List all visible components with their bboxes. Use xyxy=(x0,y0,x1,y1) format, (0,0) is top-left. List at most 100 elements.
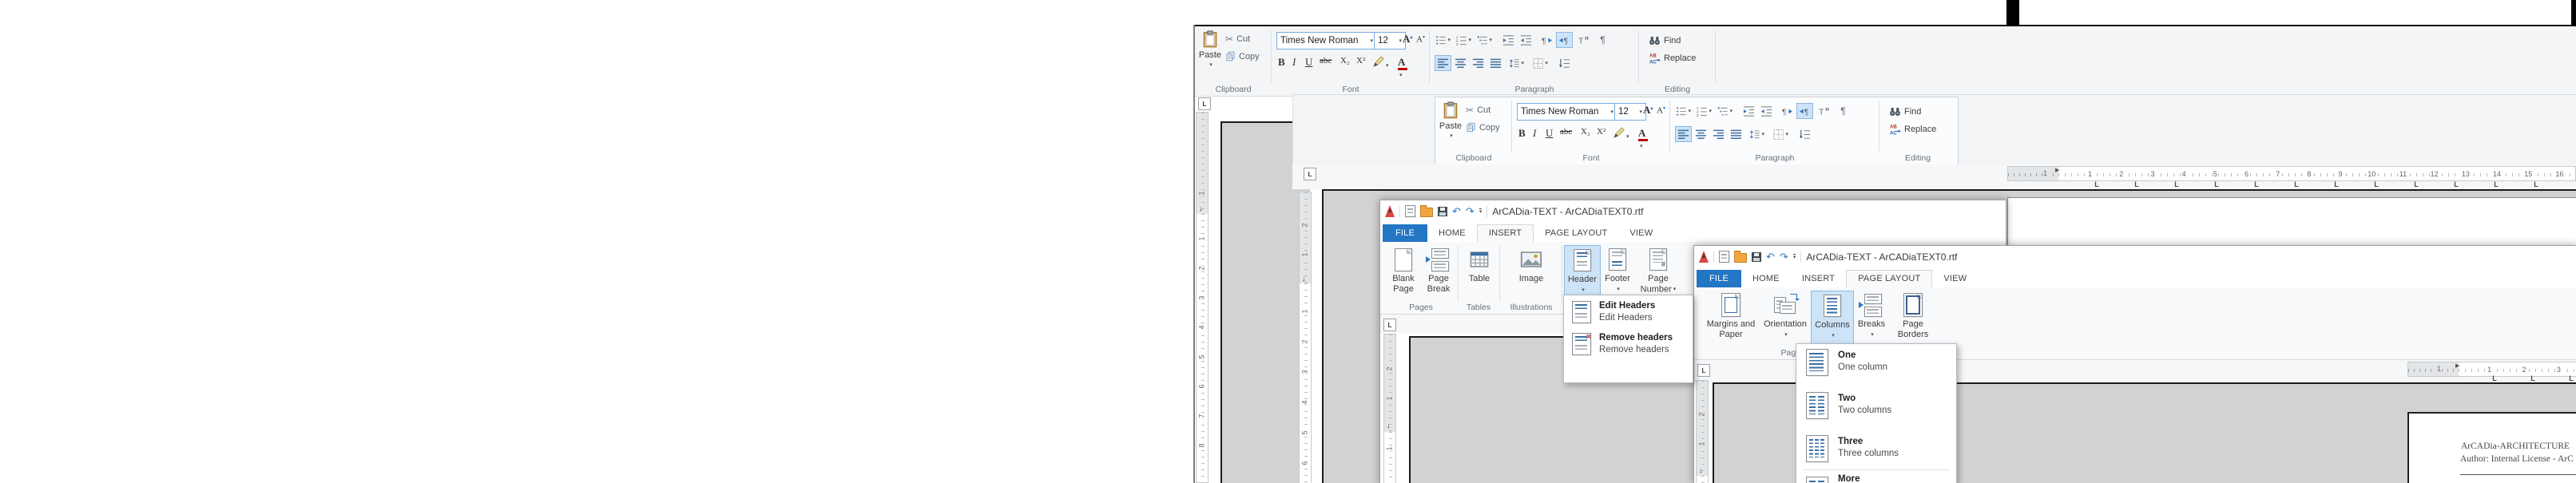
strikethrough-button[interactable]: abc xyxy=(1320,56,1332,65)
undo-icon[interactable] xyxy=(1766,251,1775,263)
tab-stop-mark[interactable]: L xyxy=(2436,180,2476,188)
tab-stop-mark[interactable]: L xyxy=(2237,180,2276,188)
paste-dropdown-arrow[interactable] xyxy=(1197,60,1223,69)
superscript-button[interactable]: X² xyxy=(1597,127,1606,137)
tab-file[interactable]: FILE xyxy=(1697,270,1741,287)
paragraph-spacing-button[interactable] xyxy=(1796,126,1813,142)
copy-button[interactable]: Copy xyxy=(1225,51,1260,61)
paste-button[interactable]: Paste xyxy=(1438,101,1463,141)
show-formatting-button[interactable] xyxy=(1835,103,1852,119)
superscript-button[interactable]: X² xyxy=(1356,56,1365,65)
font-family-combo[interactable]: Times New Roman xyxy=(1276,32,1377,49)
increase-indent-button[interactable] xyxy=(1518,32,1534,48)
margin-marker-icon[interactable] xyxy=(1199,205,1203,212)
strikethrough-button[interactable]: abc xyxy=(1560,127,1572,137)
cut-button[interactable]: Cut xyxy=(1466,105,1490,116)
title-bar[interactable]: ArCADia-TEXT - ArCADiaTEXT0.rtf xyxy=(1380,200,2006,222)
increase-indent-button[interactable] xyxy=(1758,103,1775,119)
tab-home[interactable]: HOME xyxy=(1427,225,1477,242)
tab-view[interactable]: VIEW xyxy=(1932,271,1978,287)
font-size-arrow[interactable] xyxy=(1397,36,1402,46)
menu-item-three-columns[interactable] xyxy=(1806,435,1828,465)
footer-button[interactable]: Footer xyxy=(1601,245,1634,295)
grow-font-button[interactable]: A xyxy=(1403,33,1412,46)
line-spacing-button[interactable] xyxy=(1748,126,1765,142)
show-formatting-button[interactable] xyxy=(1594,32,1611,48)
rtl-paragraph-button[interactable] xyxy=(1538,32,1555,48)
replace-button[interactable]: Replace xyxy=(1649,52,1696,64)
subscript-button[interactable]: X₂ xyxy=(1340,56,1350,65)
columns-button[interactable]: Columns xyxy=(1811,291,1854,345)
menu-item-one-column-text[interactable]: One One column xyxy=(1838,350,1887,374)
font-family-combo[interactable]: Times New Roman xyxy=(1517,103,1617,121)
page-break-button[interactable]: Page Break xyxy=(1422,245,1455,295)
paragraph-spacing-button[interactable] xyxy=(1556,55,1573,71)
margin-marker-icon[interactable] xyxy=(1302,275,1306,283)
save-icon[interactable] xyxy=(1752,252,1761,262)
ltr-paragraph-button[interactable] xyxy=(1796,103,1813,119)
undo-icon[interactable] xyxy=(1452,205,1461,218)
title-bar[interactable]: ArCADia-TEXT - ArCADiaTEXT0.rtf xyxy=(1694,246,2576,267)
tab-stop-mark[interactable]: L xyxy=(2316,180,2356,188)
footer-dropdown-arrow[interactable] xyxy=(1615,284,1620,295)
font-size-arrow[interactable] xyxy=(1637,107,1642,117)
copy-button[interactable]: Copy xyxy=(1466,122,1500,133)
tab-home[interactable]: HOME xyxy=(1741,271,1791,287)
menu-item-remove-headers-text[interactable]: Remove headers Remove headers xyxy=(1599,332,1673,356)
tab-stop-mark[interactable]: L xyxy=(2552,374,2576,382)
shrink-font-button[interactable]: A xyxy=(1416,34,1425,45)
bullet-list-button[interactable] xyxy=(1435,32,1451,48)
tab-page-layout[interactable]: PAGE LAYOUT xyxy=(1846,270,1932,288)
bullet-list-button[interactable] xyxy=(1675,103,1692,119)
highlight-button[interactable] xyxy=(1613,127,1629,141)
vertical-ruler-2[interactable]: 21 123456 xyxy=(1299,192,1312,483)
align-left-button[interactable] xyxy=(1675,126,1692,142)
margins-and-paper-button[interactable]: Margins and Paper xyxy=(1704,291,1758,340)
breaks-dropdown-arrow[interactable] xyxy=(1869,330,1874,340)
tab-view[interactable]: VIEW xyxy=(1618,225,1664,242)
vertical-ruler-1[interactable]: 1 12345678 xyxy=(1196,112,1209,483)
align-right-button[interactable] xyxy=(1470,55,1486,71)
menu-item-more-text[interactable]: More xyxy=(1838,473,1860,483)
tab-stop-mark[interactable]: L xyxy=(2516,180,2556,188)
multilevel-list-button[interactable] xyxy=(1476,32,1493,48)
image-button[interactable]: Image xyxy=(1503,245,1559,284)
menu-item-more[interactable] xyxy=(1806,477,1828,483)
rtl-paragraph-button[interactable] xyxy=(1779,103,1796,119)
tab-stop-mark[interactable]: L xyxy=(2157,180,2197,188)
tab-stop-selector[interactable]: L xyxy=(1383,319,1396,331)
tab-stop-mark[interactable]: L xyxy=(2356,180,2396,188)
tab-stop-mark[interactable]: L xyxy=(2514,374,2552,382)
tab-stop-selector[interactable]: L xyxy=(1697,364,1710,377)
margin-marker-icon[interactable] xyxy=(1387,422,1391,430)
menu-item-remove-headers[interactable] xyxy=(1572,333,1591,358)
menu-item-three-columns-text[interactable]: Three Three columns xyxy=(1838,436,1899,460)
underline-button[interactable]: U xyxy=(1305,56,1312,69)
font-family-arrow[interactable] xyxy=(1368,36,1373,46)
shrink-font-button[interactable]: A xyxy=(1657,105,1665,116)
italic-button[interactable]: I xyxy=(1292,56,1296,69)
new-document-icon[interactable] xyxy=(1405,205,1415,217)
tab-stop-mark[interactable]: L xyxy=(2117,180,2157,188)
header-button[interactable]: Header xyxy=(1564,245,1601,299)
page-number-button[interactable]: Page Number xyxy=(1636,245,1681,295)
align-right-button[interactable] xyxy=(1710,126,1727,142)
font-color-button[interactable]: A xyxy=(1638,127,1648,151)
justify-button[interactable] xyxy=(1728,126,1744,142)
font-size-combo[interactable]: 12 xyxy=(1374,32,1406,49)
open-folder-icon[interactable] xyxy=(1734,253,1747,263)
borders-button[interactable] xyxy=(1532,55,1549,71)
paste-dropdown-arrow[interactable] xyxy=(1438,131,1463,141)
font-family-arrow[interactable] xyxy=(1609,107,1613,117)
underline-button[interactable]: U xyxy=(1546,127,1553,140)
paste-button[interactable]: Paste xyxy=(1197,30,1223,69)
find-button[interactable]: Find xyxy=(1889,105,1921,117)
quick-access-toolbar-arrow[interactable] xyxy=(1793,254,1796,260)
align-center-button[interactable] xyxy=(1452,55,1469,71)
table-button[interactable]: Table xyxy=(1462,245,1497,284)
redo-icon[interactable] xyxy=(1466,205,1475,218)
orientation-dropdown-arrow[interactable] xyxy=(1783,330,1788,340)
bold-button[interactable]: B xyxy=(1518,127,1526,140)
borders-button[interactable] xyxy=(1772,126,1789,142)
tab-stop-mark[interactable]: L xyxy=(2475,374,2514,382)
